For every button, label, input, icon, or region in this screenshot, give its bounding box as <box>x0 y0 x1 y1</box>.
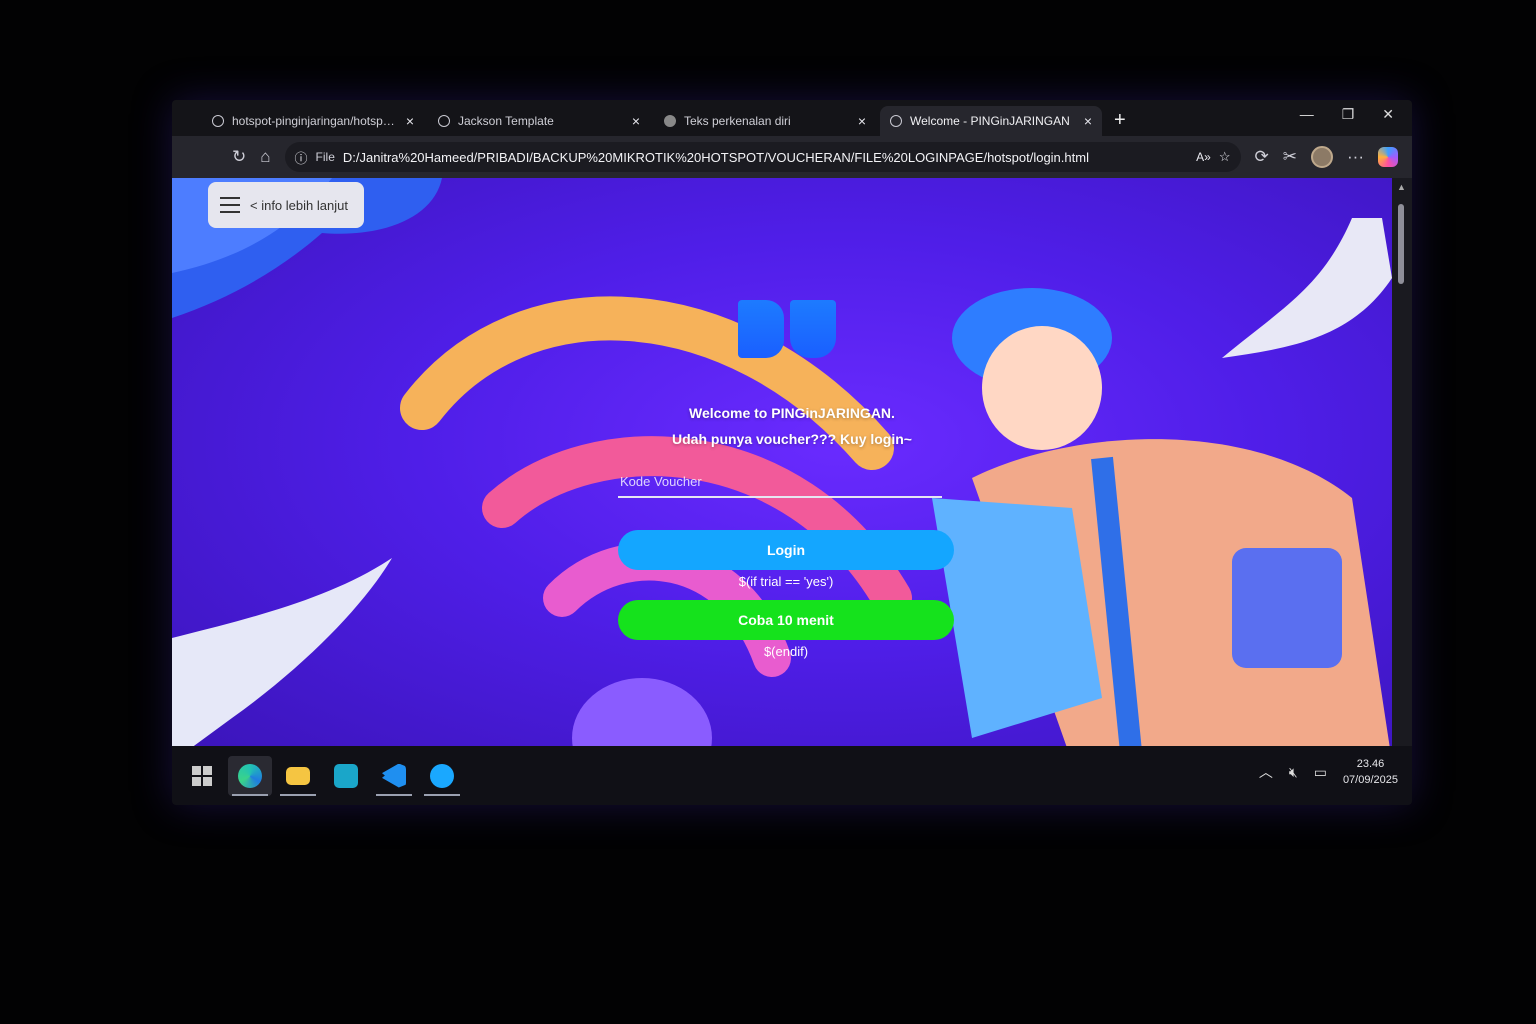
trial-endif-text: $(endif) <box>763 644 809 659</box>
volume-muted-icon[interactable]: 🔇︎ <box>1289 764 1298 781</box>
tab-favicon-icon <box>212 115 224 127</box>
hamburger-icon <box>220 197 240 213</box>
browser-toolbar: ↻ ⌂ ⓘ File D:/Janitra%20Hameed/PRIBADI/B… <box>172 136 1412 178</box>
clock[interactable]: 23.46 07/09/2025 <box>1343 756 1398 788</box>
voucher-code-input[interactable] <box>618 466 942 498</box>
tab-close-icon[interactable]: × <box>858 113 866 129</box>
logo-p-shape <box>738 300 784 358</box>
home-icon[interactable]: ⌂ <box>260 147 270 167</box>
chevron-up-icon[interactable]: ︿ <box>1259 762 1273 782</box>
pj-logo <box>738 300 844 358</box>
windows-icon[interactable] <box>180 756 224 796</box>
windows-taskbar: ︿ 🔇︎ ▭ 23.46 07/09/2025 <box>172 746 1412 805</box>
page-scrollbar[interactable]: ▲ ▼ <box>1392 178 1412 762</box>
login-button[interactable]: Login <box>618 530 954 570</box>
new-tab-button[interactable]: + <box>1106 106 1134 136</box>
refresh-icon[interactable]: ↻ <box>232 147 246 167</box>
monitor-screen: hotspot-pinginjaringan/hotspot/l × Jacks… <box>172 100 1412 805</box>
trial-condition-text: $(if trial == 'yes') <box>738 574 834 589</box>
tab-title: Teks perkenalan diri <box>684 114 791 128</box>
edge-icon[interactable] <box>228 755 272 796</box>
welcome-line-1: Welcome to PINGinJARINGAN. <box>689 405 895 421</box>
minimize-icon[interactable]: — <box>1300 106 1314 123</box>
tab-teks-perkenalan[interactable]: Teks perkenalan diri × <box>654 106 876 136</box>
clock-date: 07/09/2025 <box>1342 774 1398 786</box>
scroll-thumb[interactable] <box>1398 204 1404 284</box>
menu-button[interactable]: < info lebih lanjut <box>208 182 364 228</box>
cloud-bottom-left <box>172 558 392 762</box>
app-icon[interactable] <box>324 756 368 796</box>
restore-icon[interactable]: ❐ <box>1342 106 1355 123</box>
scheme-label: File <box>315 150 335 164</box>
character-face <box>982 326 1102 450</box>
tab-close-icon[interactable]: × <box>406 113 414 129</box>
display-icon[interactable]: ▭ <box>1314 764 1327 781</box>
address-bar[interactable]: ⓘ File D:/Janitra%20Hameed/PRIBADI/BACKU… <box>284 142 1241 172</box>
trial-button[interactable]: Coba 10 menit <box>618 600 954 640</box>
profile-avatar[interactable] <box>1311 146 1334 168</box>
tab-hotspot[interactable]: hotspot-pinginjaringan/hotspot/l × <box>202 106 424 136</box>
clock-time: 23.46 <box>1356 758 1385 770</box>
tab-welcome[interactable]: Welcome - PINGinJARINGAN × <box>880 106 1102 136</box>
globe-icon <box>438 115 450 127</box>
tab-favicon-icon <box>664 115 676 127</box>
tab-strip: hotspot-pinginjaringan/hotspot/l × Jacks… <box>172 100 1412 136</box>
tab-title: hotspot-pinginjaringan/hotspot/l <box>232 114 398 128</box>
tab-title: Jackson Template <box>458 114 554 128</box>
copilot-icon[interactable] <box>1378 147 1398 167</box>
logo-j-shape <box>790 300 836 358</box>
vscode-icon[interactable] <box>372 756 416 796</box>
menu-label: < info lebih lanjut <box>250 197 348 213</box>
welcome-line-2: Udah punya voucher??? Kuy login~ <box>672 431 912 447</box>
collections-icon[interactable]: ✂ <box>1283 147 1297 167</box>
extensions-icon[interactable]: ⟳ <box>1255 147 1269 167</box>
tab-title: Welcome - PINGinJARINGAN <box>910 114 1070 128</box>
welcome-text: Welcome to PINGinJARINGAN. Udah punya vo… <box>592 400 992 452</box>
app-icon-2[interactable] <box>420 756 464 796</box>
close-window-icon[interactable]: ✕ <box>1382 106 1394 123</box>
more-icon[interactable]: ··· <box>1347 147 1364 167</box>
file-explorer-icon[interactable] <box>276 756 320 796</box>
page-viewport: < info lebih lanjut Welcome to PINGinJAR… <box>172 178 1392 762</box>
cloud-top-right <box>1222 218 1392 358</box>
info-icon[interactable]: ⓘ <box>295 148 308 167</box>
system-tray: ︿ 🔇︎ ▭ 23.46 07/09/2025 <box>1259 756 1398 788</box>
tab-close-icon[interactable]: × <box>1084 113 1092 129</box>
read-aloud-icon[interactable]: A» <box>1196 150 1211 164</box>
favorite-icon[interactable]: ☆ <box>1219 149 1231 165</box>
character-bag <box>1232 548 1342 668</box>
window-controls: — ❐ ✕ <box>1300 106 1394 123</box>
tab-jackson-template[interactable]: Jackson Template × <box>428 106 650 136</box>
tab-close-icon[interactable]: × <box>632 113 640 129</box>
url-text[interactable]: D:/Janitra%20Hameed/PRIBADI/BACKUP%20MIK… <box>343 150 1188 165</box>
globe-icon <box>890 115 902 127</box>
scroll-up-icon[interactable]: ▲ <box>1397 182 1406 192</box>
